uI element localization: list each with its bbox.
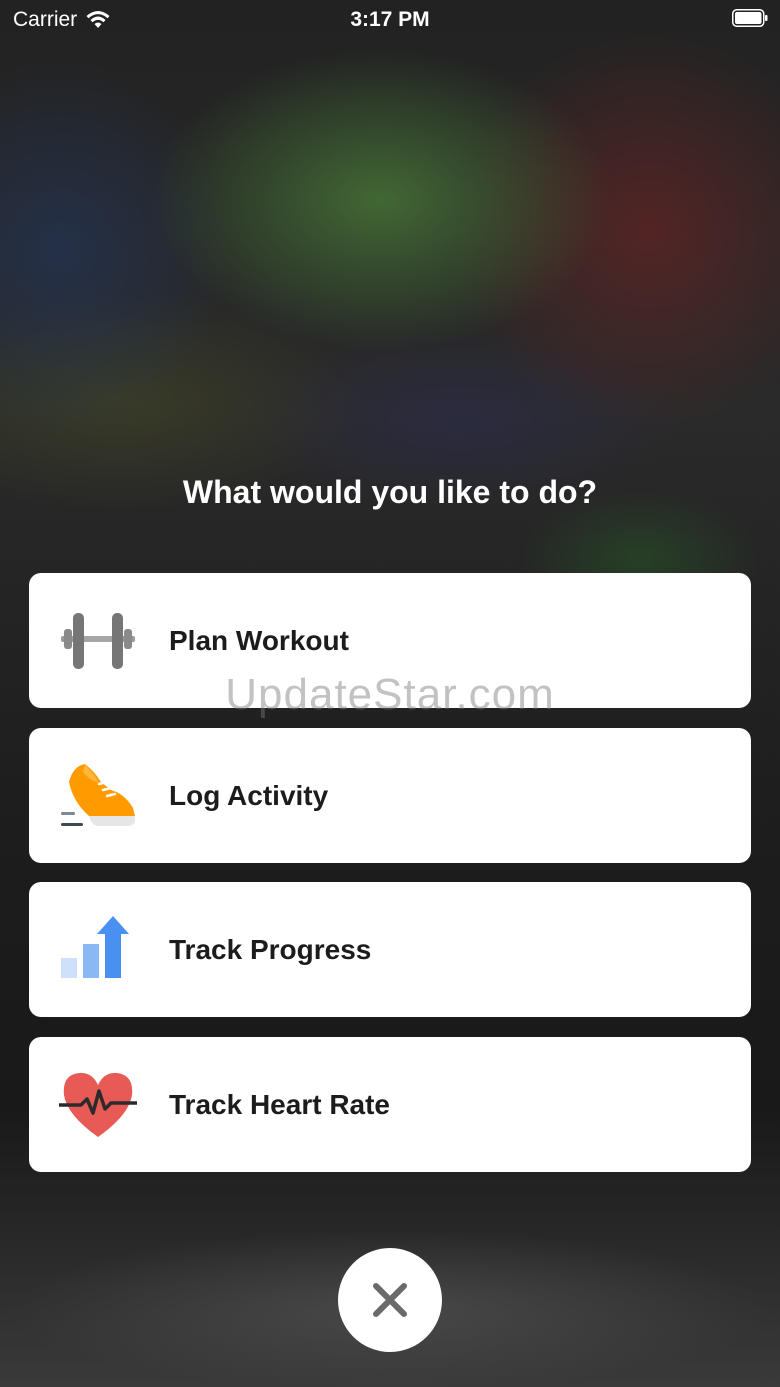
- status-bar: Carrier 3:17 PM: [0, 0, 780, 40]
- log-activity-button[interactable]: Log Activity: [29, 728, 751, 863]
- track-progress-label: Track Progress: [169, 933, 372, 965]
- screen: Carrier 3:17 PM What would you like to d…: [0, 0, 780, 1387]
- status-time: 3:17 PM: [350, 8, 430, 31]
- progress-chart-icon: [61, 916, 129, 978]
- track-heart-rate-label: Track Heart Rate: [169, 1088, 391, 1120]
- prompt-title: What would you like to do?: [182, 474, 598, 510]
- dumbbell-icon: [61, 613, 135, 669]
- heart-rate-icon: [59, 1072, 137, 1137]
- close-button[interactable]: [338, 1248, 442, 1352]
- close-icon: [373, 1283, 407, 1317]
- track-progress-button[interactable]: Track Progress: [29, 882, 751, 1017]
- watermark: UpdateStar.com: [225, 670, 555, 719]
- plan-workout-label: Plan Workout: [169, 624, 349, 656]
- battery-icon: [732, 9, 768, 27]
- running-shoe-icon: [61, 764, 135, 826]
- track-heart-rate-button[interactable]: Track Heart Rate: [29, 1037, 751, 1172]
- log-activity-label: Log Activity: [169, 779, 329, 811]
